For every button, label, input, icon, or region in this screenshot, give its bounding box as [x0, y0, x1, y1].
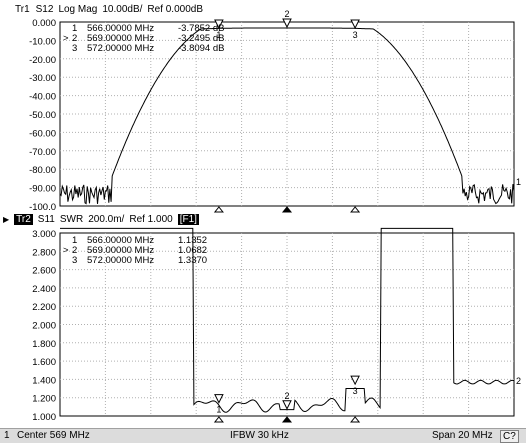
- trace2-ytick-label: 3.000: [32, 229, 56, 240]
- trace2-ytick-label: 2.200: [32, 302, 56, 313]
- trace2-readout-text: 3: [72, 255, 77, 266]
- trace2-ytick-label: 2.000: [32, 321, 56, 332]
- trace2-ytick-label: 1.600: [32, 357, 56, 368]
- trace2-readout-text: >: [63, 245, 69, 256]
- trace2-ytick-label: 1.200: [32, 394, 56, 405]
- trace2-ytick-label: 1.800: [32, 339, 56, 350]
- status-ifbw[interactable]: IFBW 30 kHz: [230, 429, 289, 443]
- status-bar: 1 Center 569 MHz IFBW 30 kHz Span 20 MHz…: [0, 428, 526, 443]
- trace2-ytick-label: 2.400: [32, 284, 56, 295]
- trace2-marker-position-icon[interactable]: [350, 416, 361, 423]
- trace2-marker-position-icon[interactable]: [281, 416, 293, 423]
- trace2-ytick-label: 1.000: [32, 412, 56, 423]
- trace2-marker-3-icon[interactable]: [350, 375, 360, 386]
- status-cal-indicator[interactable]: C?: [500, 430, 519, 443]
- trace2-marker-3-label: 3: [353, 386, 358, 396]
- trace2-ytick-label: 2.800: [32, 247, 56, 258]
- trace2-ytick-label: 2.600: [32, 266, 56, 277]
- status-channel[interactable]: 1: [4, 429, 10, 443]
- trace2-readout-text: 1.3370: [178, 255, 207, 266]
- trace2-ytick-label: 1.400: [32, 375, 56, 386]
- trace2-ref-marker-label: 2: [516, 376, 521, 386]
- trace2-marker-2-icon[interactable]: [282, 400, 292, 410]
- trace2-marker-position-icon[interactable]: [213, 416, 224, 423]
- trace2-marker-2-label: 2: [284, 391, 289, 401]
- status-center[interactable]: Center 569 MHz: [17, 429, 90, 443]
- trace2-marker-1-label: 1: [216, 405, 221, 415]
- trace2-marker-readout-row: 3 572.00000 MHz 1.3370: [72, 255, 207, 266]
- trace2-chart[interactable]: 3.000 2.800 2.600 2.400 2.200 2.000 1.800 1.600…: [0, 0, 526, 428]
- vna-screen: Tr1 S12 Log Mag 10.00dB/Ref 0.000dB 0.000 -1…: [0, 0, 526, 443]
- status-span[interactable]: Span 20 MHz: [432, 429, 493, 443]
- trace2-readout-text: 572.00000 MHz: [87, 255, 154, 266]
